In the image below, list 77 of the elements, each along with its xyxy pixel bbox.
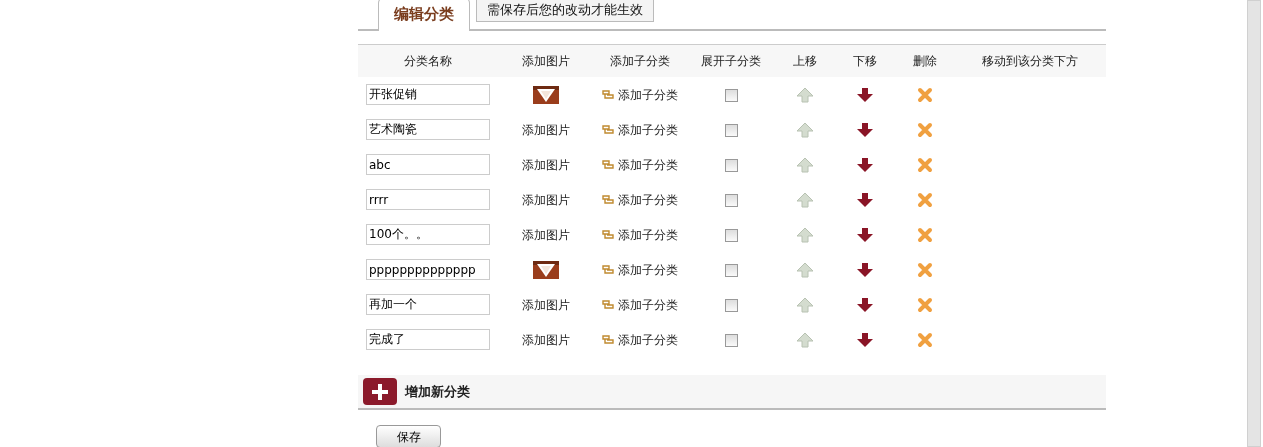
scrollbar[interactable] — [1247, 0, 1261, 447]
save-button[interactable]: 保存 — [376, 425, 441, 447]
down-arrow-icon[interactable] — [856, 227, 874, 243]
tab[interactable]: 编辑分类 — [378, 0, 470, 31]
tree-icon — [602, 334, 614, 345]
up-arrow-icon[interactable] — [796, 122, 814, 138]
expand-checkbox[interactable] — [724, 193, 738, 207]
delete-icon[interactable] — [917, 192, 933, 208]
column-header: 上移 — [793, 54, 817, 68]
name-field[interactable]: 100个。。 — [366, 224, 490, 245]
delete-icon[interactable] — [917, 157, 933, 173]
up-arrow-icon[interactable] — [796, 332, 814, 348]
name-field[interactable]: pppppppppppppp — [366, 259, 490, 280]
delete-icon[interactable] — [917, 87, 933, 103]
column-header: 分类名称 — [404, 54, 452, 68]
expand-checkbox[interactable] — [724, 158, 738, 172]
tree-icon — [602, 194, 614, 205]
down-arrow-icon[interactable] — [856, 332, 874, 348]
up-arrow-icon[interactable] — [796, 227, 814, 243]
name-field[interactable]: 再加一个 — [366, 294, 490, 315]
tree-icon — [602, 159, 614, 170]
column-header: 展开子分类 — [701, 54, 761, 68]
expand-checkbox[interactable] — [724, 228, 738, 242]
delete-icon[interactable] — [917, 332, 933, 348]
add-subcategory-link[interactable]: 添加子分类 — [618, 297, 678, 312]
tree-icon — [602, 229, 614, 240]
add-subcategory-link[interactable]: 添加子分类 — [618, 262, 678, 277]
up-arrow-icon[interactable] — [796, 262, 814, 278]
name-field[interactable]: 完成了 — [366, 329, 490, 350]
add-subcategory-link[interactable]: 添加子分类 — [618, 87, 678, 102]
down-arrow-icon[interactable] — [856, 297, 874, 313]
column-header: 下移 — [853, 54, 877, 68]
up-arrow-icon[interactable] — [796, 87, 814, 103]
tree-icon — [602, 124, 614, 135]
name-field[interactable]: 开张促销 — [366, 84, 490, 105]
down-arrow-icon[interactable] — [856, 192, 874, 208]
tree-icon — [602, 89, 614, 100]
column-header: 删除 — [913, 54, 937, 68]
add-subcategory-link[interactable]: 添加子分类 — [618, 122, 678, 137]
down-arrow-icon[interactable] — [856, 122, 874, 138]
delete-icon[interactable] — [917, 122, 933, 138]
expand-checkbox[interactable] — [724, 333, 738, 347]
add-subcategory-link[interactable]: 添加子分类 — [618, 332, 678, 347]
notice-tab[interactable]: 需保存后您的改动才能生效 — [476, 0, 654, 22]
add-image-link[interactable]: 添加图片 — [522, 157, 570, 172]
tree-icon — [602, 264, 614, 275]
up-arrow-icon[interactable] — [796, 157, 814, 173]
name-field[interactable]: rrrr — [366, 189, 490, 210]
column-header: 添加子分类 — [610, 54, 670, 68]
column-header: 移动到该分类下方 — [982, 54, 1078, 68]
expand-checkbox[interactable] — [724, 123, 738, 137]
name-field[interactable]: 艺术陶瓷 — [366, 119, 490, 140]
delete-icon[interactable] — [917, 297, 933, 313]
tree-icon — [602, 299, 614, 310]
add-image-link[interactable]: 添加图片 — [522, 192, 570, 207]
add-subcategory-link[interactable]: 添加子分类 — [618, 157, 678, 172]
add-subcategory-link[interactable]: 添加子分类 — [618, 192, 678, 207]
down-arrow-icon[interactable] — [856, 262, 874, 278]
expand-checkbox[interactable] — [724, 263, 738, 277]
add-image-link[interactable]: 添加图片 — [522, 122, 570, 137]
up-arrow-icon[interactable] — [796, 192, 814, 208]
name-field[interactable]: abc — [366, 154, 490, 175]
expand-checkbox[interactable] — [724, 298, 738, 312]
column-header: 添加图片 — [522, 54, 570, 68]
delete-icon[interactable] — [917, 227, 933, 243]
add-image-link[interactable]: 添加图片 — [522, 332, 570, 347]
down-arrow-icon[interactable] — [856, 157, 874, 173]
add-button[interactable] — [363, 378, 397, 405]
add-subcategory-link[interactable]: 添加子分类 — [618, 227, 678, 242]
add-image-link[interactable]: 添加图片 — [522, 227, 570, 242]
down-arrow-icon[interactable] — [856, 87, 874, 103]
up-arrow-icon[interactable] — [796, 297, 814, 313]
add-image-link[interactable]: 添加图片 — [522, 297, 570, 312]
add-category-label[interactable]: 增加新分类 — [405, 381, 470, 402]
delete-icon[interactable] — [917, 262, 933, 278]
plus-icon — [371, 382, 389, 401]
expand-checkbox[interactable] — [724, 88, 738, 102]
